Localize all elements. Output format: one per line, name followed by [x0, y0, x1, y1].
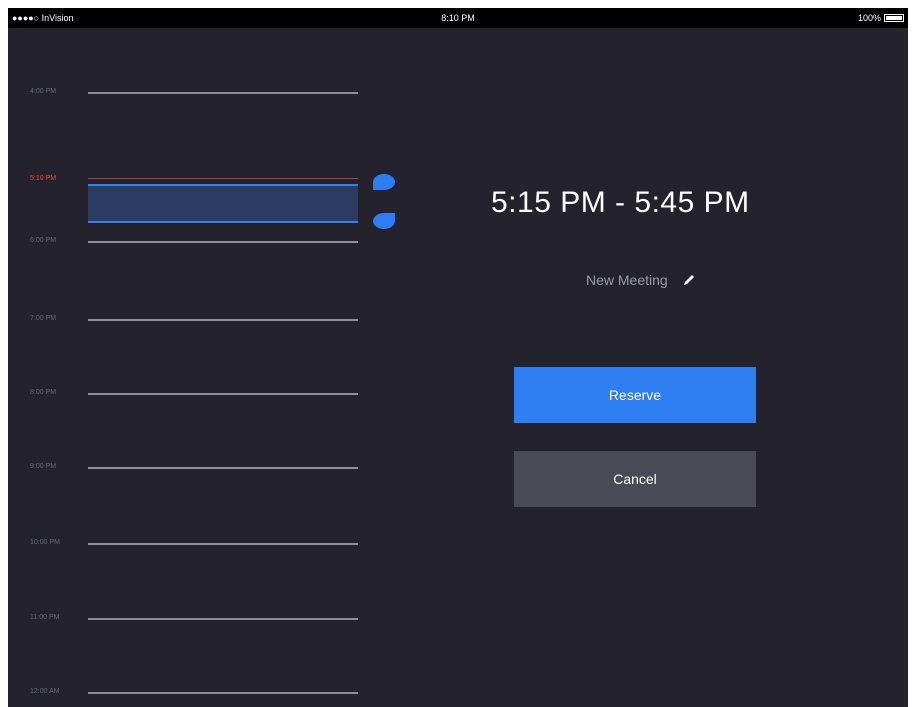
meeting-name[interactable]: New Meeting	[586, 272, 668, 288]
timeline-row: 8:00 PM	[8, 386, 368, 400]
cancel-button[interactable]: Cancel	[514, 451, 756, 507]
hour-gridline	[88, 393, 358, 395]
selected-time-range[interactable]	[88, 184, 358, 223]
timeline-row: 4:00 PM	[8, 85, 368, 99]
current-time-label: 5:10 PM	[30, 175, 57, 182]
hour-label: 12:00 AM	[30, 688, 60, 695]
hour-gridline	[88, 319, 358, 321]
hour-gridline	[88, 467, 358, 469]
timeline-row: 12:00 AM	[8, 685, 368, 699]
timeline-row: 7:00 PM	[8, 312, 368, 326]
status-bar: ●●●●○ InVision 8:10 PM 100%	[8, 8, 908, 28]
battery-icon	[884, 14, 904, 22]
pencil-icon[interactable]	[682, 273, 696, 287]
meeting-name-row[interactable]: New Meeting	[586, 272, 696, 288]
battery-group: 100%	[858, 13, 904, 23]
status-time: 8:10 PM	[441, 13, 475, 23]
selected-range-title: 5:15 PM - 5:45 PM	[491, 186, 750, 219]
hour-label: 4:00 PM	[30, 88, 57, 95]
hour-gridline	[88, 692, 358, 694]
end-drag-handle[interactable]	[373, 213, 395, 229]
current-time-line	[88, 178, 358, 179]
start-drag-handle[interactable]	[373, 174, 395, 190]
hour-gridline	[88, 92, 358, 94]
hour-label: 10:00 PM	[30, 539, 60, 546]
timeline-row: 11:00 PM	[8, 611, 368, 625]
hour-gridline	[88, 241, 358, 243]
hour-label: 9:00 PM	[30, 463, 57, 470]
hour-label: 11:00 PM	[30, 614, 60, 621]
hour-label: 8:00 PM	[30, 389, 57, 396]
battery-percent: 100%	[857, 13, 881, 23]
timeline-row: 6:00 PM	[8, 234, 368, 248]
app-screen: ●●●●○ InVision 8:10 PM 100% 4:00 PM 5:10…	[8, 8, 908, 707]
reserve-button[interactable]: Reserve	[514, 367, 756, 423]
hour-label: 7:00 PM	[30, 315, 57, 322]
timeline-row: 10:00 PM	[8, 536, 368, 550]
timeline-row: 9:00 PM	[8, 460, 368, 474]
hour-label: 6:00 PM	[30, 237, 57, 244]
hour-gridline	[88, 618, 358, 620]
hour-gridline	[88, 543, 358, 545]
